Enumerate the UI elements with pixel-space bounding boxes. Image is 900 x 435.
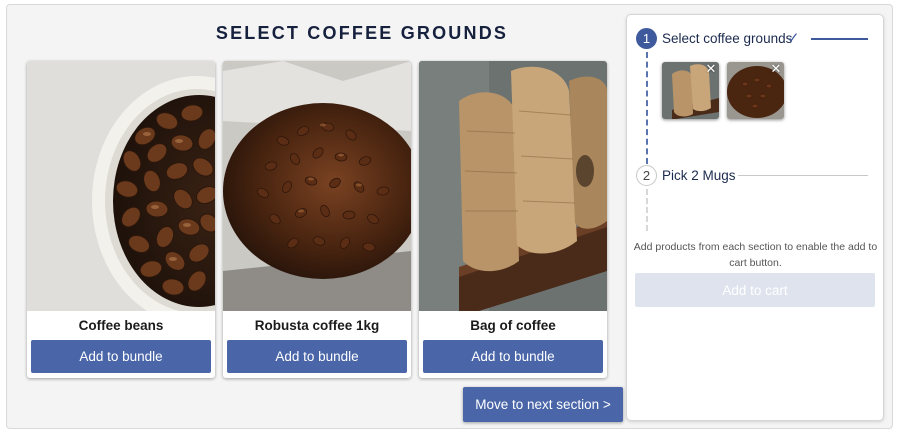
step-number: 1 bbox=[636, 28, 657, 49]
step-connector bbox=[646, 52, 648, 164]
next-section-button[interactable]: Move to next section > bbox=[463, 387, 623, 422]
add-to-bundle-button[interactable]: Add to bundle bbox=[31, 340, 211, 373]
step-number: 2 bbox=[636, 165, 657, 186]
product-card: Bag of coffee Add to bundle bbox=[419, 61, 607, 378]
step-connector bbox=[646, 189, 648, 231]
checkmark-icon: ✓ bbox=[787, 30, 800, 47]
add-to-cart-button[interactable]: Add to cart bbox=[635, 273, 875, 307]
product-card: Coffee beans Add to bundle bbox=[27, 61, 215, 378]
close-icon[interactable]: ✕ bbox=[770, 62, 782, 75]
selected-item-thumbnail: ✕ bbox=[662, 62, 719, 119]
product-name: Robusta coffee 1kg bbox=[254, 318, 380, 333]
add-to-bundle-button[interactable]: Add to bundle bbox=[227, 340, 407, 373]
product-image[interactable] bbox=[27, 61, 215, 311]
section-title: SELECT COFFEE GROUNDS bbox=[215, 23, 509, 43]
bundle-panel: 1 Select coffee grounds ✓ ✕ ✕ 2 Pick 2 M… bbox=[626, 14, 884, 421]
product-image[interactable] bbox=[223, 61, 411, 311]
product-image[interactable] bbox=[419, 61, 607, 311]
product-name: Bag of coffee bbox=[470, 318, 556, 333]
step-divider bbox=[738, 175, 868, 176]
product-name: Coffee beans bbox=[78, 318, 164, 333]
selected-item-thumbnail: ✕ bbox=[727, 62, 784, 119]
step-label[interactable]: Select coffee grounds bbox=[662, 31, 792, 46]
product-card: Robusta coffee 1kg Add to bundle bbox=[223, 61, 411, 378]
step-label[interactable]: Pick 2 Mugs bbox=[662, 168, 736, 183]
step-divider bbox=[811, 38, 868, 40]
add-to-bundle-button[interactable]: Add to bundle bbox=[423, 340, 603, 373]
close-icon[interactable]: ✕ bbox=[705, 62, 717, 75]
cart-hint-text: Add products from each section to enable… bbox=[633, 241, 878, 269]
